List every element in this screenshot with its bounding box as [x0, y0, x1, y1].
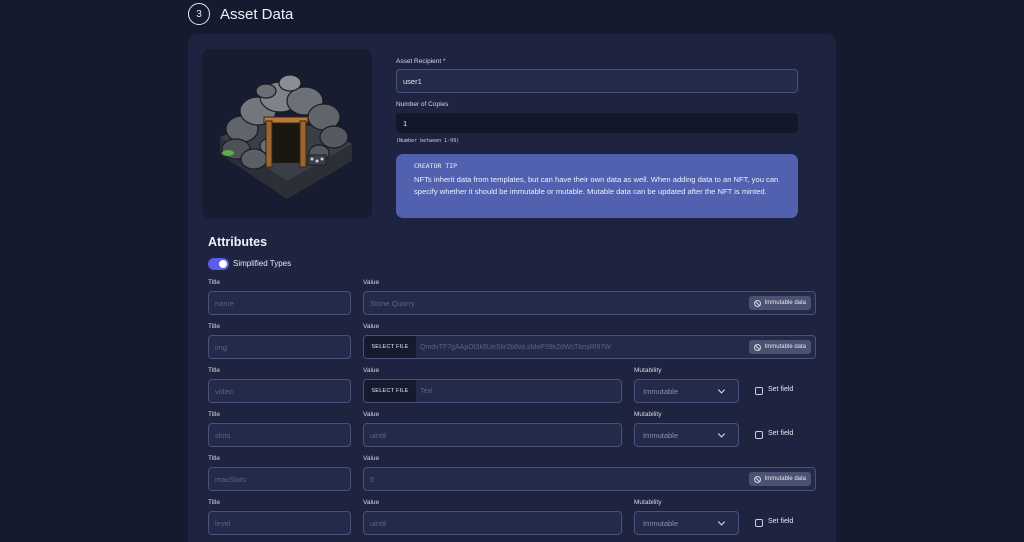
step-number-badge: 3: [188, 3, 210, 25]
select-file-button[interactable]: SELECT FILE: [364, 336, 416, 358]
toggle-knob: [219, 260, 227, 268]
attribute-value-input[interactable]: 5 Immutable data: [363, 467, 816, 491]
ban-icon: [753, 475, 761, 483]
attribute-type-input[interactable]: uint8: [363, 423, 622, 447]
attribute-value-text: Stone Quarry: [370, 298, 415, 308]
value-label: Value: [363, 411, 380, 418]
attribute-type-input[interactable]: uint8: [363, 511, 622, 535]
chevron-down-icon: [717, 518, 726, 526]
mutability-select[interactable]: Immutable: [634, 379, 739, 403]
set-field-label: Set field: [768, 386, 794, 393]
mutability-select[interactable]: Immutable: [634, 423, 739, 447]
ban-icon: [753, 299, 761, 307]
ban-icon: [753, 343, 761, 351]
recipient-label: Asset Recipient *: [396, 58, 446, 65]
mutability-label: Mutability: [634, 411, 662, 418]
immutable-data-badge[interactable]: Immutable data: [748, 340, 811, 354]
immutable-badge-label: Immutable data: [764, 344, 806, 350]
attributes-heading: Attributes: [208, 235, 268, 249]
title-label: Title: [208, 323, 221, 330]
simplified-types-label: Simplified Types: [233, 259, 292, 268]
value-label: Value: [363, 323, 380, 330]
chevron-down-icon: [717, 430, 726, 438]
attribute-title-input[interactable]: slots: [208, 423, 351, 447]
simplified-types-toggle[interactable]: [208, 258, 229, 270]
creator-tip: CREATOR TIP NFTs inherit data from templ…: [396, 154, 798, 218]
attribute-title-input[interactable]: level: [208, 511, 351, 535]
title-label: Title: [208, 499, 221, 506]
tip-title: CREATOR TIP: [414, 162, 458, 170]
attribute-value-input[interactable]: Stone Quarry Immutable data: [363, 291, 816, 315]
immutable-data-badge[interactable]: Immutable data: [748, 296, 811, 310]
title-label: Title: [208, 455, 221, 462]
immutable-badge-label: Immutable data: [764, 476, 806, 482]
tip-body: NFTs inherit data from templates, but ca…: [414, 175, 779, 196]
step-title: Asset Data: [220, 5, 294, 23]
title-label: Title: [208, 411, 221, 418]
copies-label: Number of Copies: [396, 101, 449, 108]
mutability-label: Mutability: [634, 499, 662, 506]
immutable-badge-label: Immutable data: [764, 300, 806, 306]
copies-input[interactable]: 1: [396, 113, 798, 133]
set-field-label: Set field: [768, 518, 794, 525]
file-text-placeholder: Text: [420, 387, 433, 395]
set-field-checkbox[interactable]: [755, 519, 763, 527]
asset-image: [202, 49, 372, 219]
mutability-value: Immutable: [643, 430, 679, 440]
value-label: Value: [363, 367, 380, 374]
set-field-checkbox[interactable]: [755, 387, 763, 395]
copies-hint: (Number between 1-99): [396, 138, 460, 144]
mutability-value: Immutable: [643, 386, 679, 396]
set-field-label: Set field: [768, 430, 794, 437]
mutability-select[interactable]: Immutable: [634, 511, 739, 535]
attribute-title-input[interactable]: name: [208, 291, 351, 315]
file-hash-text: QmdvTF7gAApOt3k6UeSkr2b8wLsMeP39k2dWsTbm…: [420, 343, 612, 351]
recipient-input[interactable]: user1: [396, 69, 798, 93]
mutability-value: Immutable: [643, 518, 679, 528]
value-label: Value: [363, 499, 380, 506]
title-label: Title: [208, 279, 221, 286]
mutability-label: Mutability: [634, 367, 662, 374]
select-file-button[interactable]: SELECT FILE: [364, 380, 416, 402]
chevron-down-icon: [717, 386, 726, 394]
attribute-value-text: 5: [370, 474, 375, 484]
stone-quarry-illustration: [220, 74, 352, 199]
attribute-file-input: SELECT FILE QmdvTF7gAApOt3k6UeSkr2b8wLsM…: [363, 335, 816, 359]
set-field-checkbox[interactable]: [755, 431, 763, 439]
attribute-title-input[interactable]: img: [208, 335, 351, 359]
step-header: 3 Asset Data: [188, 2, 293, 26]
immutable-data-badge[interactable]: Immutable data: [748, 472, 811, 486]
attribute-title-input[interactable]: video: [208, 379, 351, 403]
value-label: Value: [363, 455, 380, 462]
attribute-file-input: SELECT FILE Text: [363, 379, 622, 403]
attribute-title-input[interactable]: maxSlots: [208, 467, 351, 491]
value-label: Value: [363, 279, 380, 286]
title-label: Title: [208, 367, 221, 374]
asset-data-card: Asset Recipient * user1 Number of Copies…: [188, 34, 836, 542]
